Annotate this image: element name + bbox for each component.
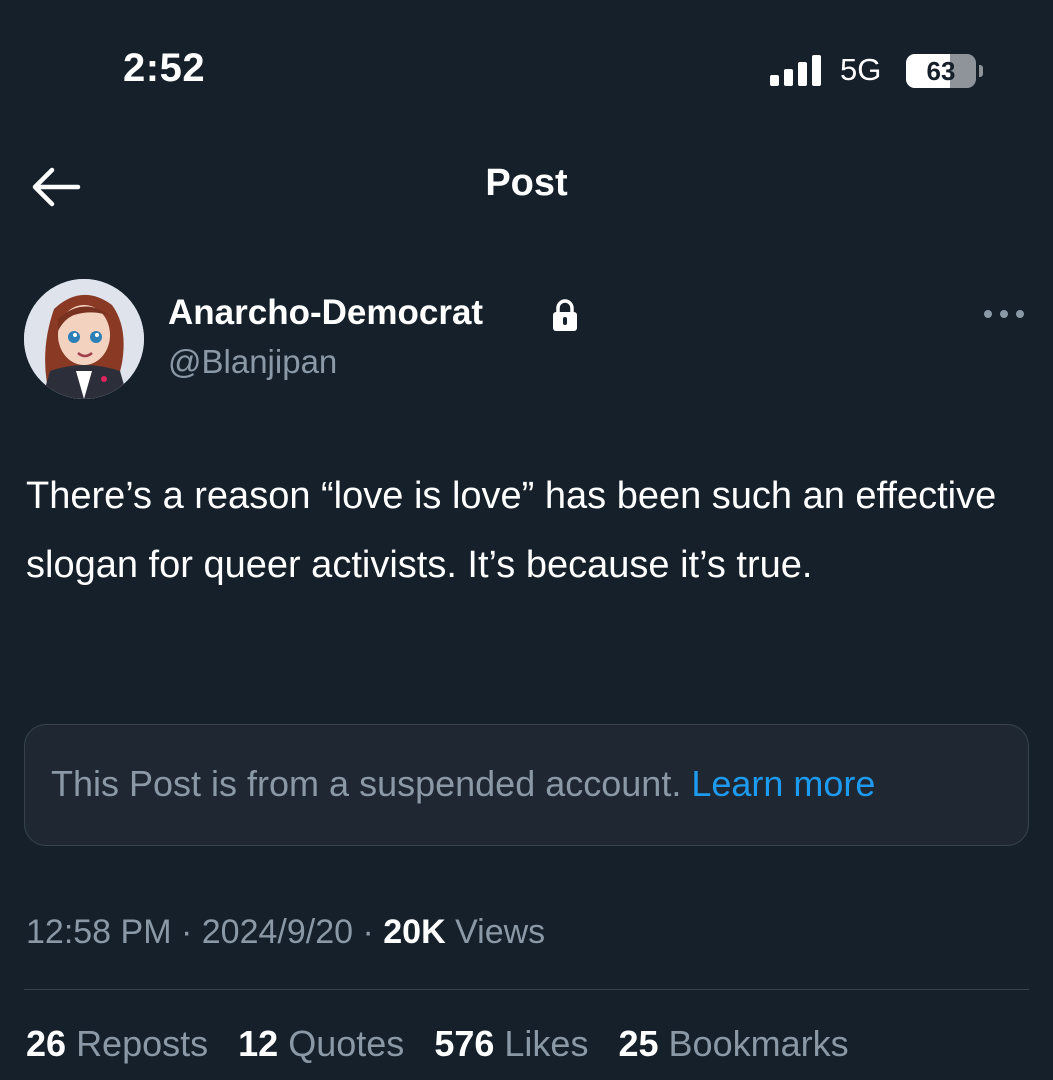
post-text: There’s a reason “love is love” has been… [26, 475, 997, 586]
avatar-image [24, 279, 144, 399]
cellular-signal-icon [770, 54, 824, 86]
learn-more-link[interactable]: Learn more [691, 763, 875, 804]
network-type: 5G [840, 52, 882, 87]
likes-count: 576 [434, 1023, 495, 1064]
reposts-stat[interactable]: 26 Reposts [26, 1023, 208, 1064]
battery-icon: 63 [906, 54, 976, 88]
page-title: Post [485, 162, 568, 204]
author-display-name[interactable]: Anarcho-Democrat [168, 293, 483, 333]
quotes-stat[interactable]: 12 Quotes [238, 1023, 404, 1064]
divider [24, 989, 1029, 990]
post-detail-screen: 2:52 5G 63 Post Anarcho-Democrat @Blanji… [0, 0, 1053, 1080]
status-time: 2:52 [123, 46, 206, 90]
bookmarks-count: 25 [618, 1023, 659, 1064]
more-options-icon[interactable] [982, 304, 1026, 324]
status-bar: 2:52 5G 63 [0, 0, 1053, 140]
battery-tip [979, 65, 983, 77]
notice-text: This Post is from a suspended account. [51, 763, 682, 804]
bookmarks-label: Bookmarks [668, 1023, 849, 1064]
author-handle[interactable]: @Blanjipan [168, 343, 337, 381]
notice-text-line: This Post is from a suspended account. L… [51, 763, 875, 805]
likes-label: Likes [504, 1023, 589, 1064]
quotes-count: 12 [238, 1023, 279, 1064]
suspended-account-notice: This Post is from a suspended account. L… [24, 724, 1029, 846]
reposts-count: 26 [26, 1023, 67, 1064]
bookmarks-stat[interactable]: 25 Bookmarks [618, 1023, 848, 1064]
battery-level: 63 [926, 56, 956, 86]
views-label: Views [455, 913, 546, 951]
views-count[interactable]: 20K [383, 913, 445, 951]
quotes-label: Quotes [288, 1023, 405, 1064]
post-date: 2024/9/20 [201, 913, 354, 951]
post-meta: 12:58 PM · 2024/9/20 · 20K Views [26, 913, 545, 952]
engagement-stats: 26 Reposts 12 Quotes 576 Likes 25 Bookma… [26, 1023, 869, 1065]
likes-stat[interactable]: 576 Likes [434, 1023, 588, 1064]
reposts-label: Reposts [76, 1023, 209, 1064]
lock-icon [553, 299, 577, 331]
meta-separator: · [180, 913, 193, 951]
avatar[interactable] [24, 279, 144, 399]
meta-separator: · [362, 913, 374, 951]
post-time: 12:58 PM [26, 913, 172, 951]
nav-bar: Post [0, 140, 1053, 245]
